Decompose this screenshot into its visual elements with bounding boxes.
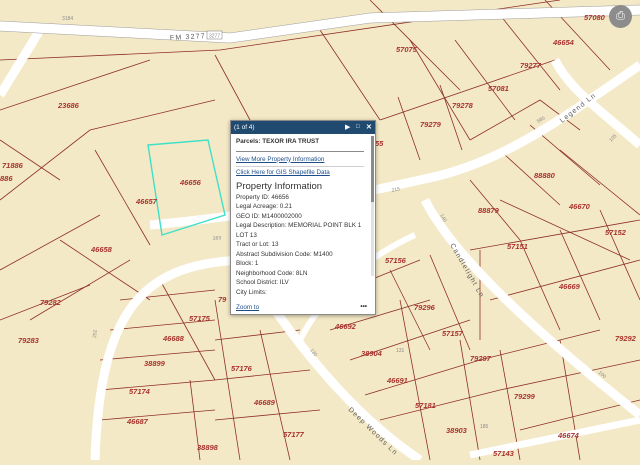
parcel-label: 57080 — [584, 13, 606, 22]
parcel-label: 57176 — [231, 364, 253, 373]
parcel-label: 886 — [0, 174, 13, 183]
parcel-label: 79 — [218, 295, 227, 304]
parcel-label: 23686 — [57, 101, 80, 110]
parcel-label: 46656 — [179, 178, 202, 187]
parcel-label: 46674 — [557, 431, 580, 440]
parcel-label: 55 — [375, 139, 384, 148]
popup-footer: Zoom to ••• — [236, 302, 370, 313]
parcel-label: 79282 — [40, 298, 62, 307]
parcel-label: 46669 — [558, 282, 581, 291]
field-label: Abstract Subdivision Code: — [236, 250, 312, 258]
parcel-label: 38899 — [144, 359, 166, 368]
popup-counter: (1 of 4) — [234, 124, 255, 131]
address-number: 185 — [480, 424, 489, 430]
scrollbar-thumb[interactable] — [371, 136, 374, 202]
parcel-label: 57156 — [385, 256, 407, 265]
parcel-label: 79278 — [452, 101, 474, 110]
next-feature-icon[interactable]: ▶ — [345, 121, 350, 134]
popup-scrollbar[interactable] — [371, 136, 374, 276]
parcel-label: 79299 — [514, 392, 536, 401]
field-row: Legal Description: MEMORIAL POINT BLK 1 … — [236, 221, 364, 240]
field-label: Block: — [236, 260, 254, 267]
parcel-label: 57081 — [488, 84, 509, 93]
field-label: City Limits: — [236, 288, 267, 296]
parcel-label: 79292 — [615, 334, 637, 343]
more-actions-icon[interactable]: ••• — [360, 301, 367, 312]
parcel-label: 57174 — [129, 387, 151, 396]
parcel-label: 57152 — [605, 228, 627, 237]
field-label: Tract or Lot: — [236, 241, 270, 248]
field-label: Legal Acreage: — [236, 203, 279, 210]
parcel-label: 46658 — [90, 245, 113, 254]
popup-title: Parcels: TEXOR IRA TRUST — [236, 138, 320, 145]
parcel-label: 57151 — [507, 242, 528, 251]
field-value: 13 — [271, 241, 279, 248]
parcel-label: 71886 — [2, 161, 24, 170]
parcel-label: 46688 — [162, 334, 185, 343]
parcel-label: 79297 — [470, 354, 492, 363]
parcel-label: 88880 — [534, 171, 556, 180]
zoom-to-link[interactable]: Zoom to — [236, 304, 259, 311]
field-value: 46656 — [271, 193, 289, 201]
parcel-label: 57181 — [415, 401, 436, 410]
field-value: 0.21 — [279, 203, 293, 210]
maximize-icon[interactable]: □ — [356, 121, 360, 134]
parcel-label: 46670 — [568, 202, 591, 211]
field-value: M1400 — [313, 250, 333, 258]
parcel-label: 79277 — [520, 61, 542, 70]
field-value: M1400002000 — [261, 212, 302, 220]
parcel-label: 38904 — [361, 349, 383, 358]
field-label: GEO ID: — [236, 212, 260, 220]
parcel-label: 46689 — [253, 398, 276, 407]
parcel-label: 46657 — [135, 197, 158, 206]
field-label: Neighborhood Code: — [236, 269, 295, 277]
print-button[interactable]: ⎙ — [609, 5, 632, 28]
field-value: 8LN — [295, 269, 308, 277]
address-number: 3184 — [62, 16, 73, 22]
parcel-label: 57157 — [442, 329, 464, 338]
parcel-label: 57075 — [396, 45, 418, 54]
popup-content: Parcels: TEXOR IRA TRUST View More Prope… — [231, 134, 369, 302]
svg-text:3277: 3277 — [209, 34, 220, 40]
parcel-label: 79296 — [414, 303, 436, 312]
parcel-label: 79279 — [420, 120, 442, 129]
parcel-label: 57175 — [189, 314, 211, 323]
gis-shapefile-link[interactable]: Click Here for GIS Shapefile Data — [236, 169, 330, 176]
parcel-label: 57177 — [283, 430, 305, 439]
parcel-label: 38898 — [197, 443, 219, 452]
field-row: City Limits: — [236, 288, 364, 298]
parcel-label: 38903 — [446, 426, 468, 435]
close-icon[interactable]: ✕ — [366, 121, 372, 134]
field-row: School District: ILV — [236, 278, 364, 288]
parcel-label: 46654 — [552, 38, 575, 47]
field-value: ILV — [279, 279, 289, 286]
parcel-label: 79283 — [18, 336, 40, 345]
parcel-label: 46692 — [334, 322, 357, 331]
address-number: 252 — [92, 329, 99, 338]
field-label: School District: — [236, 279, 278, 286]
divider — [236, 150, 364, 152]
field-row: Legal Acreage: 0.21 — [236, 202, 364, 212]
field-label: Legal Description: — [236, 222, 287, 229]
parcel-label: 57143 — [493, 449, 515, 458]
field-row: Property ID: 46656 — [236, 193, 364, 203]
divider — [236, 166, 364, 167]
field-row: Block: 1 — [236, 259, 364, 269]
field-row: Neighborhood Code: 8LN — [236, 269, 364, 279]
address-number: 131 — [396, 348, 405, 354]
parcel-label: 88879 — [478, 206, 500, 215]
field-row: Tract or Lot: 13 — [236, 240, 364, 250]
section-heading: Property Information — [236, 180, 323, 192]
view-more-info-link[interactable]: View More Property Information — [236, 156, 324, 163]
field-row: Abstract Subdivision Code: M1400 — [236, 250, 364, 260]
parcel-popup[interactable]: (1 of 4) ▶ □ ✕ Parcels: TEXOR IRA TRUST … — [230, 120, 376, 315]
printer-icon: ⎙ — [616, 10, 625, 22]
popup-title-bar: (1 of 4) ▶ □ ✕ — [231, 121, 375, 134]
field-value: 1 — [254, 260, 259, 267]
address-number: 263 — [213, 235, 222, 242]
parcel-label: 46691 — [386, 376, 408, 385]
field-row: GEO ID: M1400002000 — [236, 212, 364, 222]
parcel-label: 46687 — [126, 417, 149, 426]
field-label: Property ID: — [236, 193, 270, 201]
